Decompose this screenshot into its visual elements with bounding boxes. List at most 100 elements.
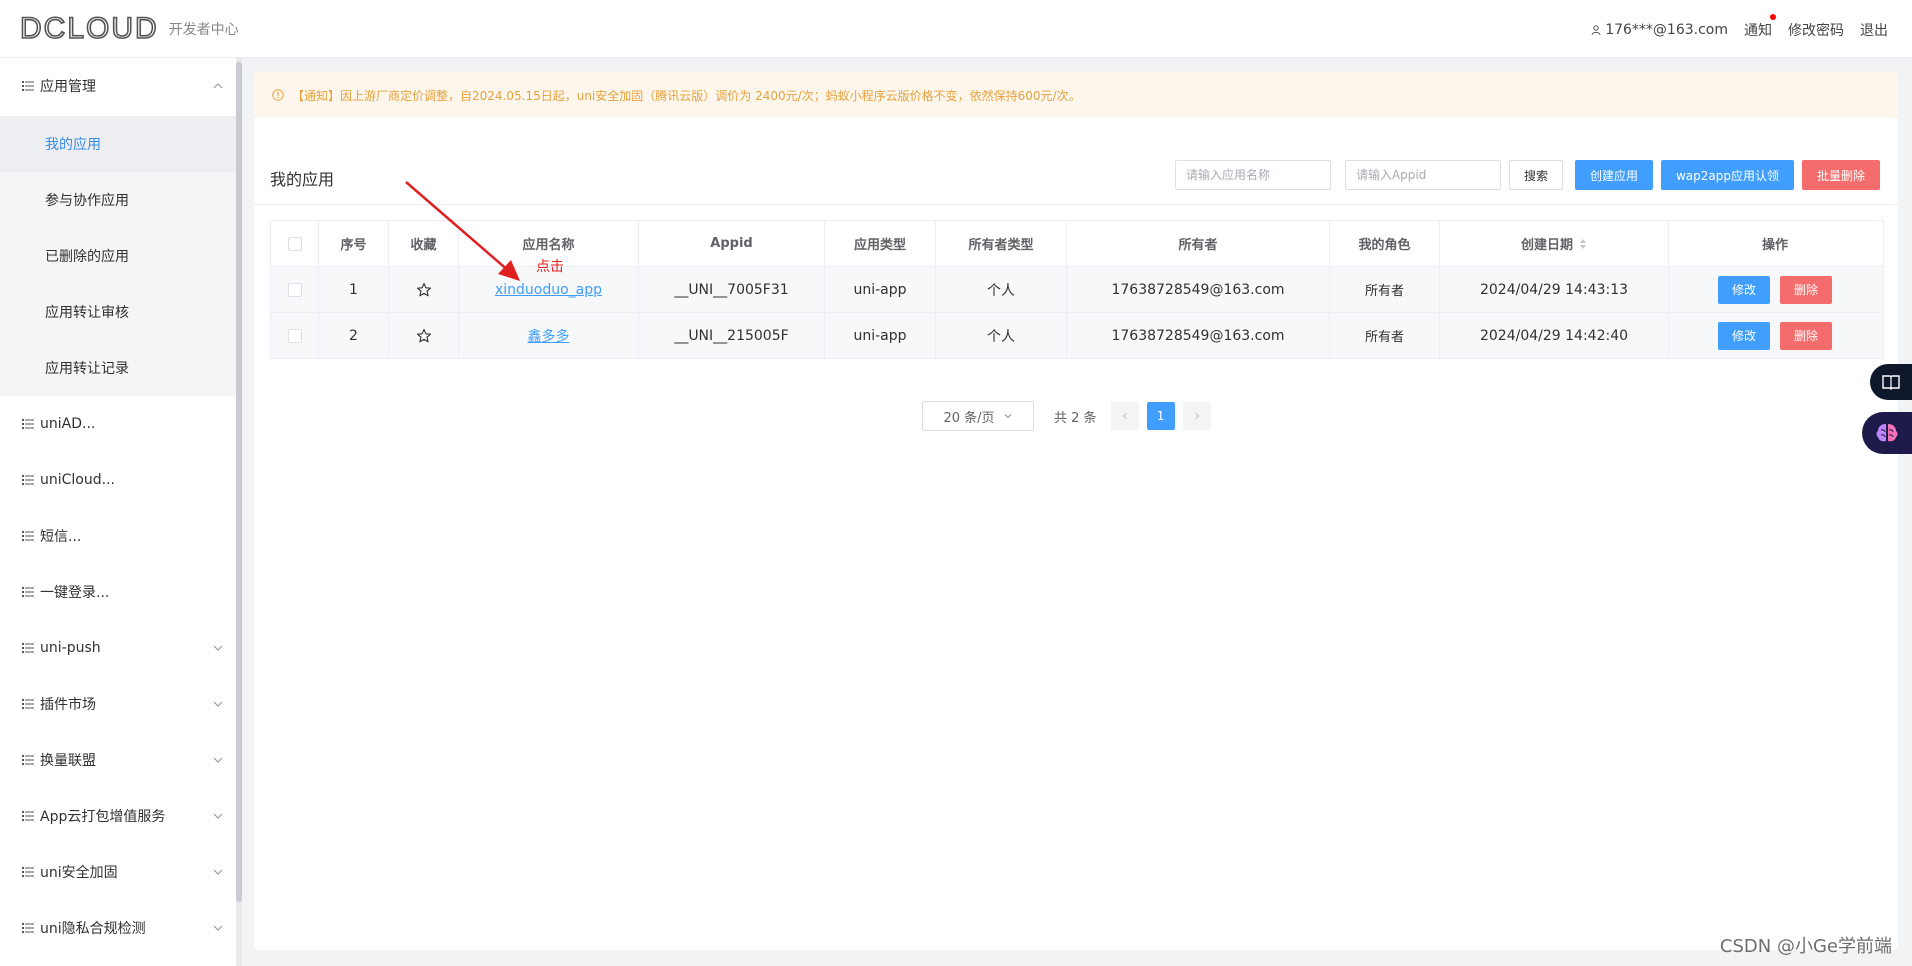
column-header-appid: Appid (639, 221, 825, 266)
column-header-app-type: 应用类型 (825, 221, 936, 266)
next-page-button[interactable] (1182, 402, 1211, 430)
row-owner: 17638728549@163.com (1067, 267, 1330, 312)
logo-subtitle: 开发者中心 (168, 22, 239, 38)
list-icon (22, 811, 34, 821)
page-size-value: 20 条/页 (943, 410, 995, 426)
row-favorite-cell (389, 313, 459, 358)
sidebar-item-label: 换量联盟 (40, 753, 96, 769)
dcloud-logo[interactable]: DCLOUD 开发者中心 (19, 13, 239, 45)
select-all-checkbox[interactable] (287, 236, 302, 251)
sidebar-submenu: 我的应用 参与协作应用 已删除的应用 应用转让审核 应用转让记录 (0, 116, 236, 396)
star-icon[interactable] (416, 328, 432, 344)
row-actions: 修改 删除 (1669, 267, 1881, 312)
delete-button[interactable]: 删除 (1780, 321, 1833, 350)
sidebar-item-app-management[interactable]: 应用管理 (0, 58, 236, 114)
top-header: DCLOUD 开发者中心 176***@163.com 通知 修改密码 退出 (0, 0, 1912, 58)
notice-badge-dot (1770, 14, 1776, 20)
chevron-down-icon (213, 757, 223, 763)
appid-search-input[interactable] (1344, 160, 1501, 190)
sidebar-item-transfer-records[interactable]: 应用转让记录 (0, 340, 236, 396)
list-icon (22, 587, 34, 597)
page-number-button[interactable]: 1 (1146, 402, 1175, 430)
pagination-total: 共 2 条 (1054, 410, 1097, 426)
column-header-created-date[interactable]: 创建日期 (1440, 221, 1669, 266)
brain-icon (1876, 424, 1898, 442)
row-checkbox[interactable] (287, 328, 302, 343)
prev-page-button[interactable] (1110, 402, 1139, 430)
chevron-down-icon (1004, 414, 1011, 419)
row-select-cell (271, 267, 319, 312)
wap2app-claim-button[interactable]: wap2app应用认领 (1660, 160, 1794, 190)
sidebar-item-uniad[interactable]: uniAD... (0, 396, 236, 452)
sidebar-item-label: uni安全加固 (40, 865, 118, 881)
column-header-my-role: 我的角色 (1330, 221, 1440, 266)
app-name-link[interactable]: 鑫多多 (528, 326, 570, 346)
sidebar-item-traffic-exchange[interactable]: 换量联盟 (0, 732, 236, 788)
sidebar-item-uni-push[interactable]: uni-push (0, 620, 236, 676)
row-actions: 修改 删除 (1669, 313, 1881, 358)
notice-banner: 【通知】因上游厂商定价调整，自2024.05.15日起，uni安全加固（腾讯云版… (254, 72, 1898, 118)
list-icon (22, 755, 34, 765)
chevron-down-icon (213, 813, 223, 819)
row-select-cell (271, 313, 319, 358)
sort-icon[interactable] (1579, 238, 1587, 250)
sidebar-item-my-apps[interactable]: 我的应用 (0, 116, 236, 172)
floating-book-button[interactable] (1870, 364, 1912, 400)
edit-button[interactable]: 修改 (1717, 321, 1770, 350)
search-button[interactable]: 搜索 (1508, 160, 1563, 190)
row-index: 2 (319, 313, 389, 358)
batch-delete-button[interactable]: 批量删除 (1801, 160, 1880, 190)
sidebar-scrollbar-thumb[interactable] (236, 62, 242, 902)
sidebar-item-uni-security[interactable]: uni安全加固 (0, 844, 236, 900)
delete-button[interactable]: 删除 (1780, 275, 1833, 304)
sidebar-item-transfer-review[interactable]: 应用转让审核 (0, 284, 236, 340)
csdn-watermark: CSDN @小Ge学前端 (1719, 936, 1892, 957)
sidebar-item-unicloud[interactable]: uniCloud... (0, 452, 236, 508)
row-owner-type: 个人 (936, 313, 1067, 358)
list-icon (22, 81, 34, 91)
sidebar-item-plugin-market[interactable]: 插件市场 (0, 676, 236, 732)
user-email: 176***@163.com (1605, 22, 1728, 38)
row-created-date: 2024/04/29 14:43:13 (1440, 267, 1669, 312)
info-icon (272, 89, 284, 101)
notice-link[interactable]: 通知 (1744, 14, 1776, 40)
column-header-owner: 所有者 (1067, 221, 1330, 266)
logout-link[interactable]: 退出 (1860, 20, 1888, 40)
list-icon (22, 867, 34, 877)
sidebar-item-sms[interactable]: 短信... (0, 508, 236, 564)
app-name-search-input[interactable] (1174, 160, 1331, 190)
row-checkbox[interactable] (287, 282, 302, 297)
row-owner-type: 个人 (936, 267, 1067, 312)
sidebar-item-uni-privacy-check[interactable]: uni隐私合规检测 (0, 900, 236, 956)
row-app-name-cell: 鑫多多 (459, 313, 639, 358)
book-icon (1882, 375, 1900, 390)
list-icon (22, 643, 34, 653)
edit-button[interactable]: 修改 (1717, 275, 1770, 304)
column-header-owner-type: 所有者类型 (936, 221, 1067, 266)
row-index: 1 (319, 267, 389, 312)
chevron-down-icon (213, 869, 223, 875)
sidebar-item-label: uniAD... (40, 416, 96, 432)
sidebar-item-app-cloud-build[interactable]: App云打包增值服务 (0, 788, 236, 844)
annotation-arrow (405, 181, 520, 281)
sidebar-item-label: App云打包增值服务 (40, 809, 166, 825)
pagination: 20 条/页 共 2 条 1 (922, 401, 1211, 431)
sidebar-item-label: uniCloud... (40, 472, 115, 488)
page-title: 我的应用 (270, 170, 335, 189)
sidebar-item-deleted-apps[interactable]: 已删除的应用 (0, 228, 236, 284)
sidebar-item-collab-apps[interactable]: 参与协作应用 (0, 172, 236, 228)
page-size-select[interactable]: 20 条/页 (922, 401, 1034, 431)
user-account[interactable]: 176***@163.com (1591, 22, 1728, 38)
row-created-date: 2024/04/29 14:42:40 (1440, 313, 1669, 358)
list-icon (22, 531, 34, 541)
row-role: 所有者 (1330, 267, 1440, 312)
create-app-button[interactable]: 创建应用 (1574, 160, 1653, 190)
user-icon (1591, 25, 1601, 35)
sidebar-item-one-click-login[interactable]: 一键登录... (0, 564, 236, 620)
change-password-link[interactable]: 修改密码 (1788, 20, 1844, 40)
notice-text: 【通知】因上游厂商定价调整，自2024.05.15日起，uni安全加固（腾讯云版… (292, 88, 1081, 103)
list-icon (22, 699, 34, 709)
floating-ai-brain-button[interactable] (1862, 412, 1912, 454)
table-row: 2 鑫多多 __UNI__215005F uni-app 个人 17638728… (271, 313, 1883, 359)
column-header-actions: 操作 (1761, 238, 1788, 253)
